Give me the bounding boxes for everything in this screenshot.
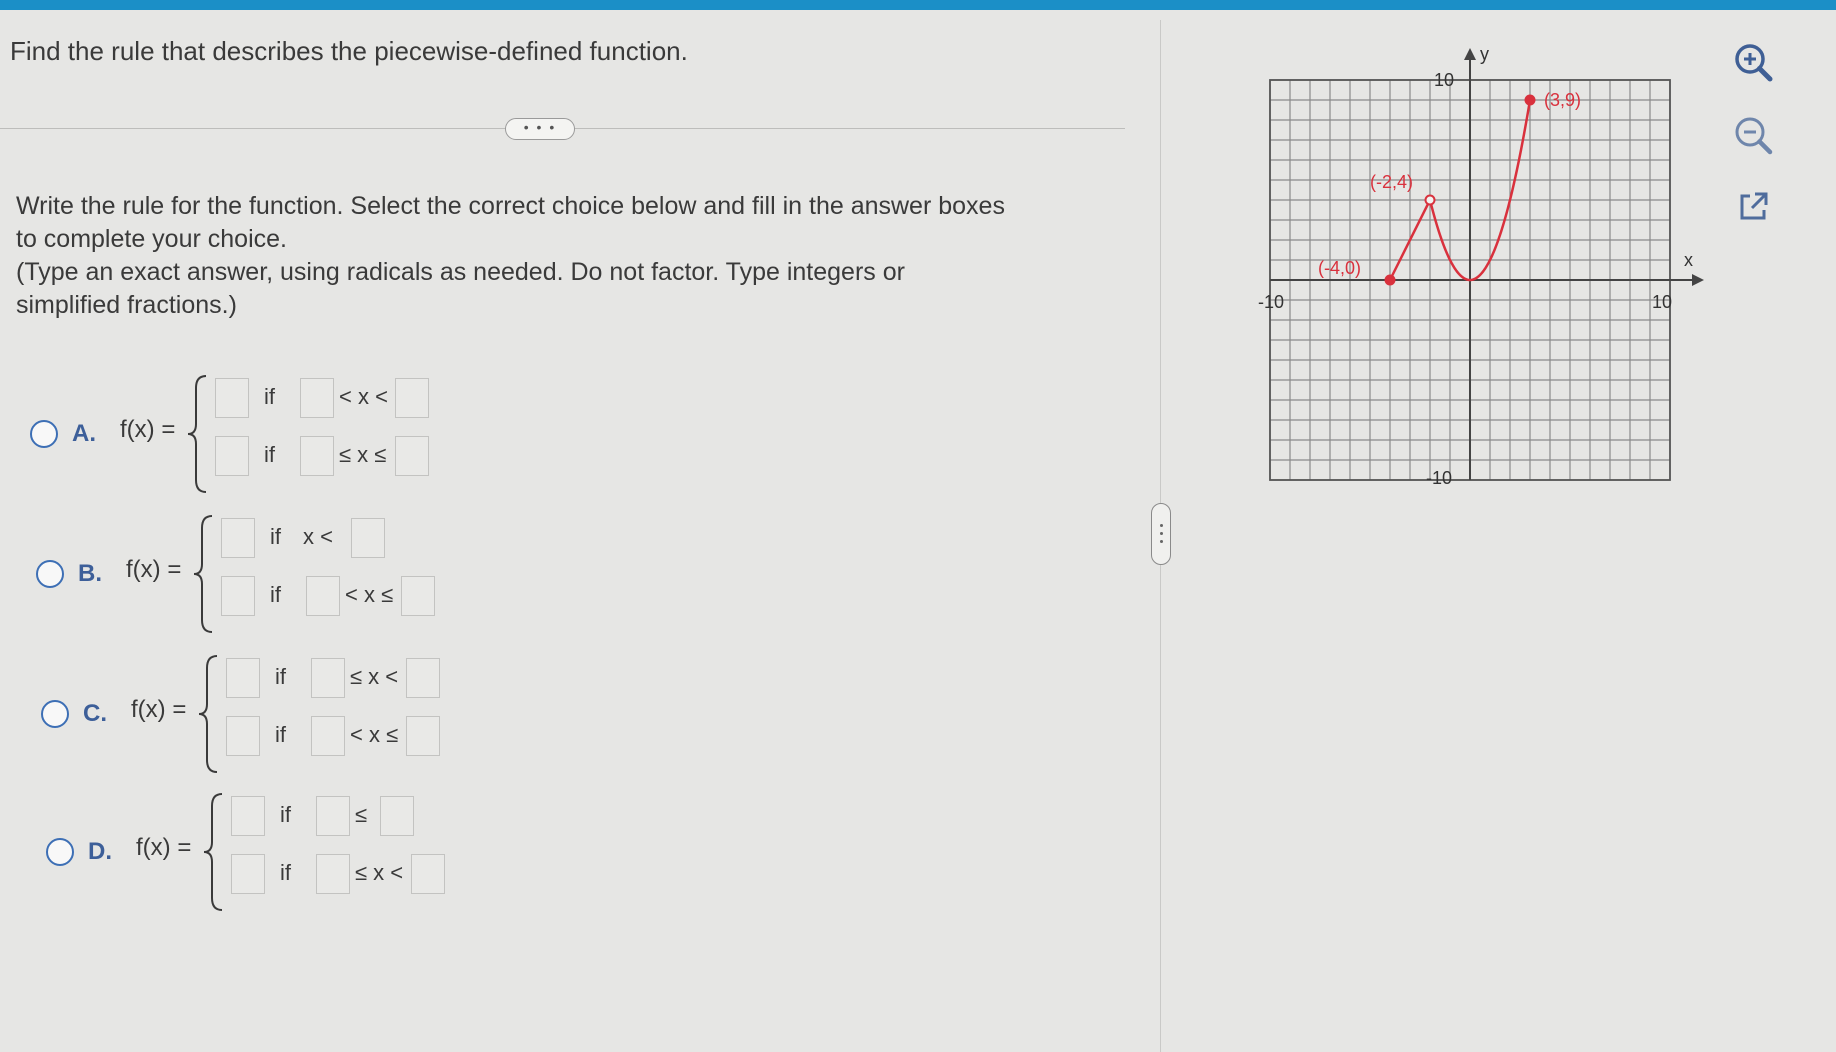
- instructions: Write the rule for the function. Select …: [16, 190, 1126, 322]
- choice-b: B. f(x) = if x < if < x ≤: [36, 514, 516, 634]
- choice-b-fx-label: f(x) =: [126, 556, 182, 583]
- if-label: if: [280, 860, 291, 885]
- expand-more-button[interactable]: • • •: [505, 118, 575, 140]
- external-link-icon[interactable]: [1726, 180, 1780, 234]
- x-axis-arrow: [1692, 274, 1704, 286]
- left-brace-icon: [187, 375, 207, 493]
- pane-resize-handle[interactable]: [1151, 503, 1171, 565]
- relation-label: < x ≤: [345, 582, 394, 607]
- instruction-line-2: to complete your choice.: [16, 225, 287, 253]
- choice-d-lower-1-input[interactable]: [316, 796, 350, 836]
- point-label: (3,9): [1544, 90, 1581, 110]
- choice-a-upper-1-input[interactable]: [395, 378, 429, 418]
- choice-c-upper-1-input[interactable]: [406, 658, 440, 698]
- choice-b-expr-1-input[interactable]: [221, 518, 255, 558]
- if-label: if: [264, 442, 275, 467]
- choice-c-letter: C.: [83, 700, 107, 727]
- top-accent-bar: [0, 0, 1836, 10]
- choice-d-lower-2-input[interactable]: [316, 854, 350, 894]
- choice-b-upper-2-input[interactable]: [401, 576, 435, 616]
- point-label: (-2,4): [1370, 172, 1413, 192]
- if-label: if: [264, 384, 275, 409]
- instruction-line-4: simplified fractions.): [16, 291, 237, 319]
- choice-b-lower-2-input[interactable]: [306, 576, 340, 616]
- relation-label: ≤: [355, 802, 368, 827]
- choice-d: D. f(x) = if ≤ if ≤ x <: [46, 792, 526, 912]
- choice-a-lower-2-input[interactable]: [300, 436, 334, 476]
- choice-d-row-2: if ≤ x <: [231, 854, 531, 898]
- relation-label: ≤ x <: [355, 860, 404, 885]
- choice-d-letter: D.: [88, 838, 112, 865]
- choice-c-lower-1-input[interactable]: [311, 658, 345, 698]
- zoom-out-icon[interactable]: [1726, 108, 1780, 162]
- x-min-tick: -10: [1258, 292, 1284, 312]
- choice-a-row-2: if ≤ x ≤: [215, 436, 515, 480]
- if-label: if: [270, 524, 281, 549]
- choice-c-upper-2-input[interactable]: [406, 716, 440, 756]
- choice-c-fx-label: f(x) =: [131, 696, 187, 723]
- choice-d-radio[interactable]: [46, 838, 74, 866]
- relation-label: ≤ x <: [350, 664, 399, 689]
- y-axis-label: y: [1480, 44, 1489, 64]
- choice-b-letter: B.: [78, 560, 102, 587]
- graph-point: [1384, 274, 1396, 286]
- choice-a-expr-1-input[interactable]: [215, 378, 249, 418]
- choice-b-expr-2-input[interactable]: [221, 576, 255, 616]
- choice-c-row-2: if < x ≤: [226, 716, 526, 760]
- y-max-tick: 10: [1434, 70, 1454, 90]
- choice-a-expr-2-input[interactable]: [215, 436, 249, 476]
- choice-a: A. f(x) = if < x < if ≤ x ≤: [30, 374, 510, 494]
- left-brace-icon: [198, 655, 218, 773]
- choice-c-expr-2-input[interactable]: [226, 716, 260, 756]
- choice-a-row-1: if < x <: [215, 378, 515, 422]
- relation-label: < x ≤: [350, 722, 399, 747]
- instruction-line-3: (Type an exact answer, using radicals as…: [16, 258, 905, 286]
- if-label: if: [275, 722, 286, 747]
- if-label: if: [270, 582, 281, 607]
- question-title: Find the rule that describes the piecewi…: [10, 36, 688, 66]
- zoom-in-icon[interactable]: [1726, 35, 1780, 89]
- choice-c-row-1: if ≤ x <: [226, 658, 526, 702]
- left-brace-icon: [193, 515, 213, 633]
- if-label: if: [275, 664, 286, 689]
- choice-b-row-2: if < x ≤: [221, 576, 521, 620]
- choice-b-row-1: if x <: [221, 518, 521, 562]
- choice-c-expr-1-input[interactable]: [226, 658, 260, 698]
- choice-a-radio[interactable]: [30, 420, 58, 448]
- x-axis-label: x: [1684, 250, 1693, 270]
- choice-a-letter: A.: [72, 420, 96, 447]
- relation-label: < x <: [339, 384, 388, 409]
- left-brace-icon: [203, 793, 223, 911]
- choice-d-row-1: if ≤: [231, 796, 531, 840]
- choice-d-fx-label: f(x) =: [136, 834, 192, 861]
- if-label: if: [280, 802, 291, 827]
- choice-c-lower-2-input[interactable]: [311, 716, 345, 756]
- choice-b-radio[interactable]: [36, 560, 64, 588]
- choice-d-upper-2-input[interactable]: [411, 854, 445, 894]
- graph-point: [1524, 94, 1536, 106]
- x-max-tick: 10: [1652, 292, 1672, 312]
- y-axis-arrow: [1464, 48, 1476, 60]
- choice-c: C. f(x) = if ≤ x < if < x ≤: [41, 654, 521, 774]
- instruction-line-1: Write the rule for the function. Select …: [16, 192, 1005, 220]
- choice-b-upper-1-input[interactable]: [351, 518, 385, 558]
- choice-d-expr-1-input[interactable]: [231, 796, 265, 836]
- choice-d-upper-1-input[interactable]: [380, 796, 414, 836]
- choice-d-expr-2-input[interactable]: [231, 854, 265, 894]
- relation-label: x <: [303, 524, 333, 549]
- function-graph: (-4,0) (-2,4) (3,9) x y -10 10 -10 10: [1258, 44, 1704, 488]
- graph-point: [1424, 194, 1436, 206]
- choice-a-fx-label: f(x) =: [120, 416, 176, 443]
- relation-label: ≤ x ≤: [339, 442, 387, 467]
- choice-a-upper-2-input[interactable]: [395, 436, 429, 476]
- choice-c-radio[interactable]: [41, 700, 69, 728]
- point-label: (-4,0): [1318, 258, 1361, 278]
- y-min-tick: -10: [1426, 468, 1452, 488]
- choice-a-lower-1-input[interactable]: [300, 378, 334, 418]
